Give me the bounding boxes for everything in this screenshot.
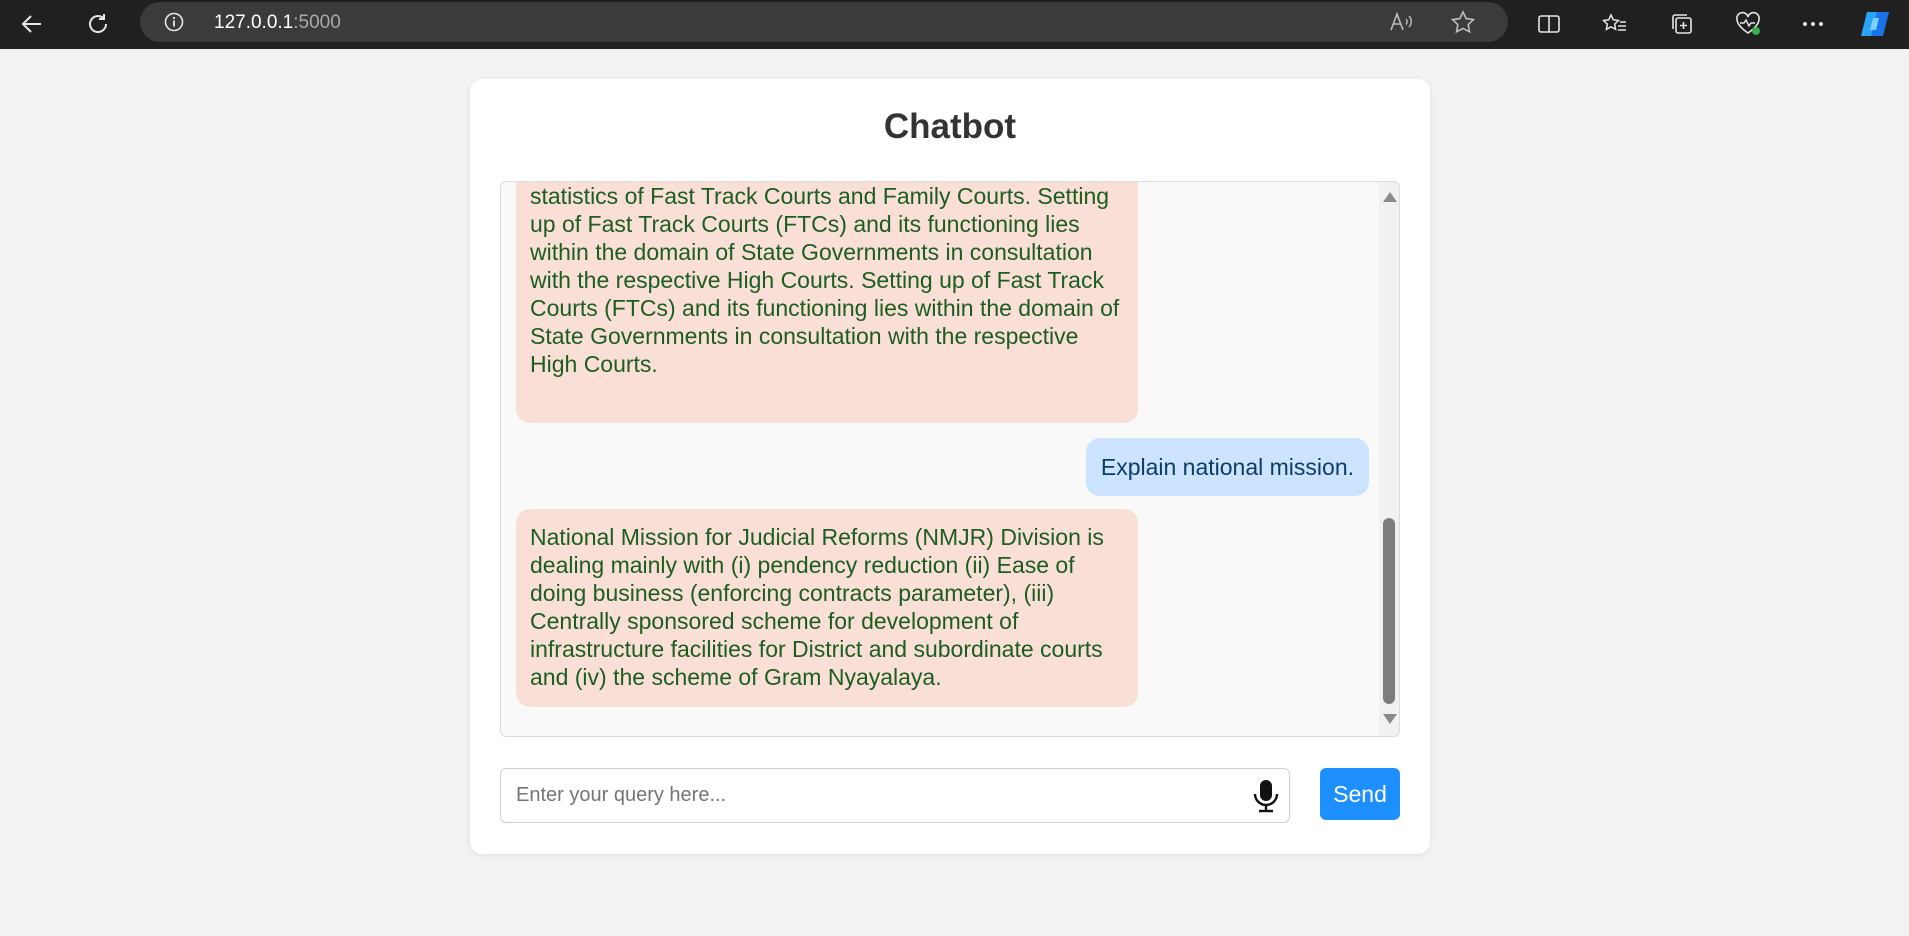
address-bar[interactable]: 127.0.0.1:5000: [140, 2, 1508, 42]
chat-window[interactable]: statistics of Fast Track Courts and Fami…: [500, 181, 1400, 737]
copilot-button[interactable]: [1857, 6, 1893, 42]
url-port: :5000: [293, 12, 341, 33]
split-screen-icon: [1538, 15, 1560, 33]
message-list: statistics of Fast Track Courts and Fami…: [501, 182, 1381, 736]
bot-message: statistics of Fast Track Courts and Fami…: [516, 182, 1138, 423]
copilot-icon: [1861, 12, 1889, 36]
favorites-list-icon: [1602, 13, 1626, 31]
microphone-icon[interactable]: [1249, 778, 1283, 814]
page-title: Chatbot: [883, 107, 1017, 146]
refresh-button[interactable]: [80, 6, 116, 42]
chat-scrollbar[interactable]: [1379, 182, 1399, 736]
scroll-down-arrow-icon[interactable]: [1383, 714, 1397, 724]
split-screen-button[interactable]: [1531, 6, 1567, 42]
back-button[interactable]: [14, 6, 50, 42]
bot-message: National Mission for Judicial Reforms (N…: [516, 509, 1138, 707]
read-aloud-icon[interactable]: [1389, 10, 1415, 34]
scroll-up-arrow-icon[interactable]: [1383, 192, 1397, 202]
query-input-wrapper: [500, 768, 1290, 823]
send-button[interactable]: Send: [1320, 768, 1400, 820]
more-menu-button[interactable]: [1795, 6, 1831, 42]
user-message: Explain national mission.: [1085, 438, 1369, 496]
favorite-star-icon[interactable]: [1450, 10, 1476, 34]
browser-essentials-button[interactable]: [1730, 6, 1766, 42]
more-dots-icon: [1803, 22, 1823, 26]
url-text: 127.0.0.1:5000: [214, 12, 341, 34]
browser-toolbar: 127.0.0.1:5000: [0, 0, 1909, 49]
refresh-icon: [89, 14, 108, 33]
heart-pulse-icon: [1736, 11, 1760, 35]
info-icon[interactable]: [164, 12, 184, 32]
collections-button[interactable]: [1664, 6, 1700, 42]
chatbot-card: Chatbot statistics of Fast Track Courts …: [470, 79, 1430, 854]
collections-icon: [1672, 14, 1692, 34]
query-input[interactable]: [501, 769, 1241, 822]
url-host: 127.0.0.1: [214, 12, 294, 33]
favorites-button[interactable]: [1597, 6, 1633, 42]
arrow-left-icon: [21, 15, 41, 33]
scrollbar-thumb[interactable]: [1383, 518, 1395, 704]
